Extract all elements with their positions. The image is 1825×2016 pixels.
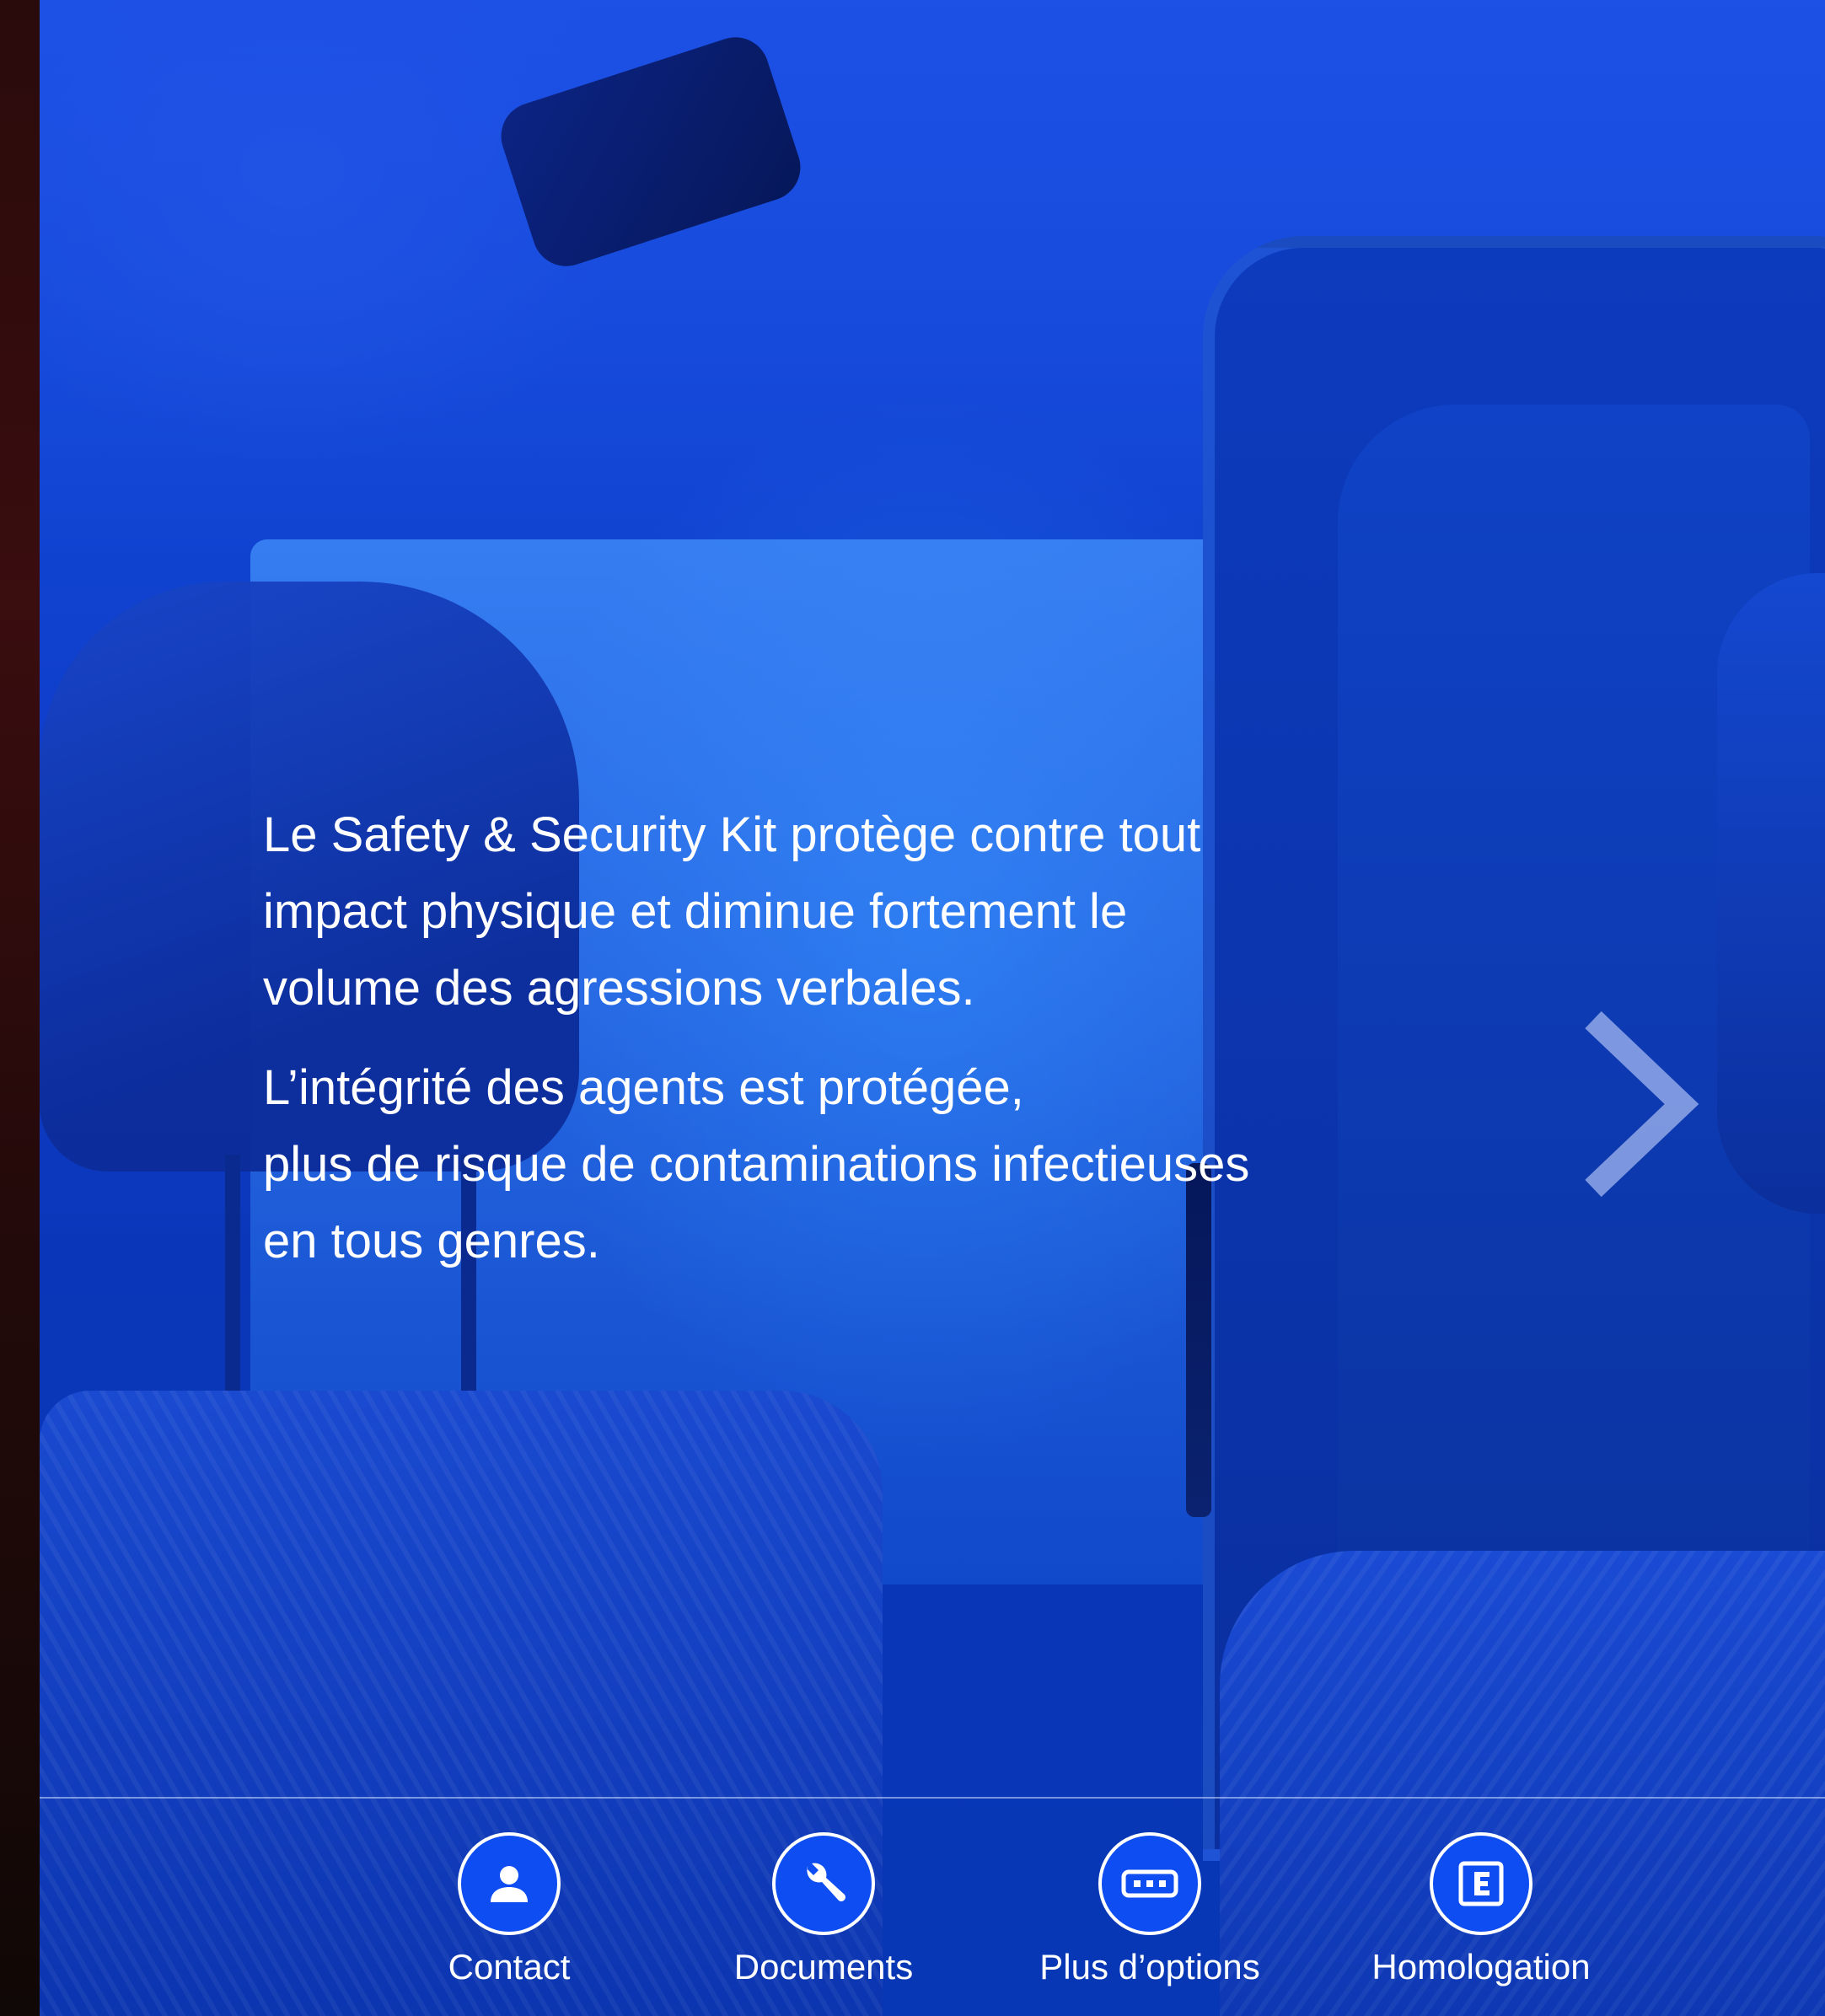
more-options-icon [1121, 1869, 1178, 1898]
nav-homologation-label: Homologation [1371, 1947, 1591, 1987]
nav-contact-button[interactable]: Contact [383, 1832, 636, 1989]
nav-documents-button[interactable]: Documents [697, 1832, 950, 1989]
description-paragraph-2: L’intégrité des agents est protégée, plu… [263, 1060, 1250, 1268]
nav-homologation-circle [1430, 1832, 1532, 1935]
nav-more-options-circle [1098, 1832, 1201, 1935]
nav-documents-label: Documents [733, 1947, 914, 1987]
description-paragraph-1: Le Safety & Security Kit protège contre … [263, 807, 1201, 1016]
right-headrest [1717, 573, 1825, 1214]
chevron-right-icon [1585, 1011, 1699, 1198]
headrest-post [225, 1155, 240, 1407]
nav-documents-circle [772, 1832, 875, 1935]
description-text: Le Safety & Security Kit protège contre … [263, 796, 1443, 1279]
next-slide-button[interactable] [1576, 1011, 1703, 1198]
nav-contact-circle [458, 1832, 561, 1935]
nav-more-options-label: Plus d’options [1039, 1947, 1260, 1987]
nav-contact-label: Contact [448, 1947, 571, 1987]
nav-more-options-button[interactable]: Plus d’options [1023, 1832, 1276, 1989]
bottom-navigation: Contact Documents Plus d’options Homolog… [40, 1799, 1825, 2016]
homologation-e-icon [1458, 1861, 1504, 1906]
person-icon [491, 1866, 528, 1902]
wrench-icon [807, 1863, 845, 1901]
left-edge-strip [0, 0, 40, 2016]
screen: Le Safety & Security Kit protège contre … [0, 0, 1825, 2016]
nav-homologation-button[interactable]: Homologation [1355, 1832, 1608, 1989]
